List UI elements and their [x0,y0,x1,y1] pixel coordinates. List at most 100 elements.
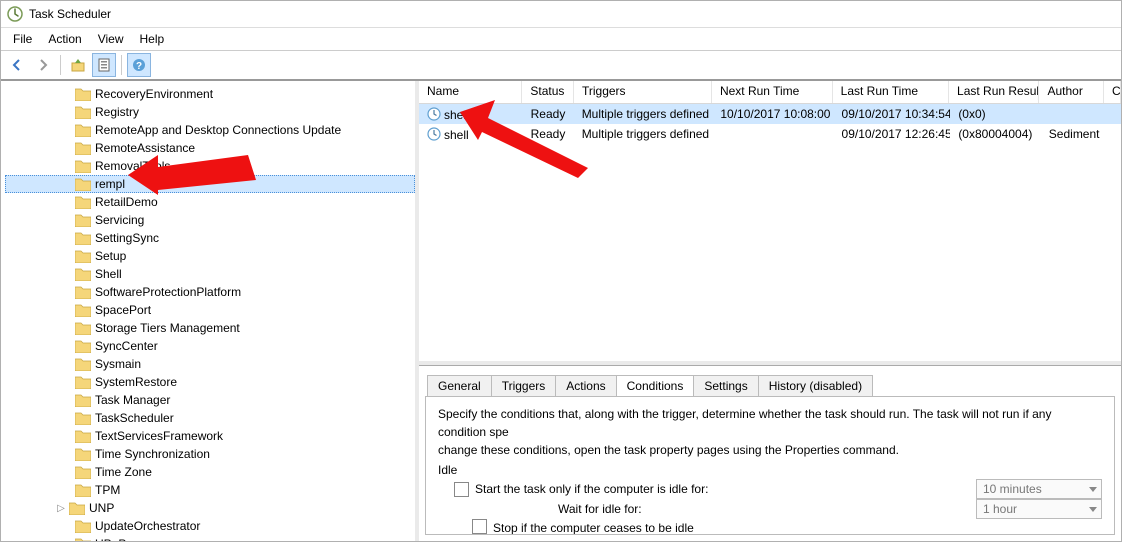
idle-stop-checkbox[interactable] [472,519,487,534]
tab-general[interactable]: General [427,375,492,396]
tree-item[interactable]: RemovalTools [5,157,415,175]
tree-item[interactable]: TextServicesFramework [5,427,415,445]
tab-conditions[interactable]: Conditions [616,375,695,396]
expander-icon[interactable]: ▷ [55,503,67,514]
task-row[interactable]: shellReadyMultiple triggers defined09/10… [419,124,1121,144]
task-triggers: Multiple triggers defined [574,126,713,142]
help-button[interactable]: ? [127,53,151,77]
tree-item[interactable]: RetailDemo [5,193,415,211]
col-author[interactable]: Author [1039,81,1104,103]
col-last[interactable]: Last Run Time [833,81,949,103]
tree-item[interactable]: SyncCenter [5,337,415,355]
col-next[interactable]: Next Run Time [712,81,833,103]
idle-wait-combo[interactable]: 1 hour [976,499,1102,519]
tree-item[interactable]: Time Zone [5,463,415,481]
tree-item[interactable]: Storage Tiers Management [5,319,415,337]
tree-item[interactable]: Setup [5,247,415,265]
tab-settings[interactable]: Settings [693,375,758,396]
col-result[interactable]: Last Run Result [949,81,1039,103]
col-status[interactable]: Status [522,81,574,103]
tree-item-label: RemovalTools [95,159,170,173]
tree-item[interactable]: Sysmain [5,355,415,373]
tree-item[interactable]: RecoveryEnvironment [5,85,415,103]
up-button[interactable] [66,53,90,77]
col-name[interactable]: Name [419,81,522,103]
tree-item-label: RetailDemo [95,195,158,209]
tree-item-label: TPM [95,483,120,497]
tree-item-label: Time Synchronization [95,447,210,461]
menu-action[interactable]: Action [40,30,89,48]
tree-view[interactable]: RecoveryEnvironment Registry RemoteApp and… [1,81,419,541]
conditions-intro: Specify the conditions that, along with … [438,405,1102,441]
task-next: 10/10/2017 10:08:00 [712,106,833,122]
task-result: (0x80004004) [950,126,1040,142]
tree-item[interactable]: Servicing [5,211,415,229]
tree-item-label: Task Manager [95,393,170,407]
task-list: Name Status Triggers Next Run Time Last … [419,81,1121,365]
task-next [712,133,833,135]
tree-item[interactable]: SystemRestore [5,373,415,391]
tree-item-label: RecoveryEnvironment [95,87,213,101]
idle-stop-label: Stop if the computer ceases to be idle [493,521,694,535]
tab-history[interactable]: History (disabled) [758,375,873,396]
tree-item[interactable]: Time Synchronization [5,445,415,463]
tree-item[interactable]: TPM [5,481,415,499]
idle-start-label: Start the task only if the computer is i… [475,480,708,498]
idle-start-checkbox[interactable] [454,482,469,497]
tree-item-label: Registry [95,105,139,119]
tree-item-label: Sysmain [95,357,141,371]
tree-item-label: SoftwareProtectionPlatform [95,285,241,299]
task-author: Sediment [1041,126,1105,142]
menu-bar: File Action View Help [1,28,1121,51]
idle-duration-combo[interactable]: 10 minutes [976,479,1102,499]
tree-item[interactable]: RemoteAssistance [5,139,415,157]
tree-item[interactable]: Task Manager [5,391,415,409]
task-author [1041,113,1105,115]
task-last: 09/10/2017 10:34:54 [834,106,951,122]
detail-pane: General Triggers Actions Conditions Sett… [419,365,1121,541]
col-create[interactable]: Create [1104,81,1121,103]
tree-item[interactable]: SettingSync [5,229,415,247]
tree-item-label: rempl [95,177,125,191]
tab-actions[interactable]: Actions [555,375,616,396]
title-bar: Task Scheduler [1,1,1121,28]
clock-icon [427,107,441,121]
idle-wait-label: Wait for idle for: [558,500,642,518]
task-last: 09/10/2017 12:26:45 [834,126,951,142]
task-result: (0x0) [950,106,1040,122]
tree-item-label: SpacePort [95,303,151,317]
col-triggers[interactable]: Triggers [574,81,712,103]
tree-item-label: Time Zone [95,465,152,479]
properties-button[interactable] [92,53,116,77]
back-button[interactable] [5,53,29,77]
tabstrip: General Triggers Actions Conditions Sett… [419,366,1121,396]
tree-item[interactable]: UPnP [5,535,415,541]
tab-triggers[interactable]: Triggers [491,375,557,396]
tree-item[interactable]: RemoteApp and Desktop Connections Update [5,121,415,139]
task-row[interactable]: shellReadyMultiple triggers defined10/10… [419,104,1121,124]
menu-file[interactable]: File [5,30,40,48]
tree-item[interactable]: TaskScheduler [5,409,415,427]
tree-item[interactable]: ▷ UNP [5,499,415,517]
svg-text:?: ? [136,61,142,72]
tree-item-label: UPnP [95,537,126,541]
tree-item-label: SystemRestore [95,375,177,389]
menu-help[interactable]: Help [132,30,173,48]
window-title: Task Scheduler [29,7,111,21]
clock-icon [427,127,441,141]
menu-view[interactable]: View [90,30,132,48]
tree-item[interactable]: UpdateOrchestrator [5,517,415,535]
task-name: shell [444,128,469,142]
tree-item[interactable]: SoftwareProtectionPlatform [5,283,415,301]
tree-item-label: UNP [89,501,114,515]
task-name: shell [444,108,469,122]
tree-item-label: UpdateOrchestrator [95,519,200,533]
conditions-intro2: change these conditions, open the task p… [438,441,1102,459]
tree-item[interactable]: rempl [5,175,415,193]
tree-item[interactable]: SpacePort [5,301,415,319]
conditions-panel: Specify the conditions that, along with … [425,396,1115,535]
tree-item-label: Shell [95,267,122,281]
tree-item[interactable]: Registry [5,103,415,121]
forward-button[interactable] [31,53,55,77]
tree-item[interactable]: Shell [5,265,415,283]
